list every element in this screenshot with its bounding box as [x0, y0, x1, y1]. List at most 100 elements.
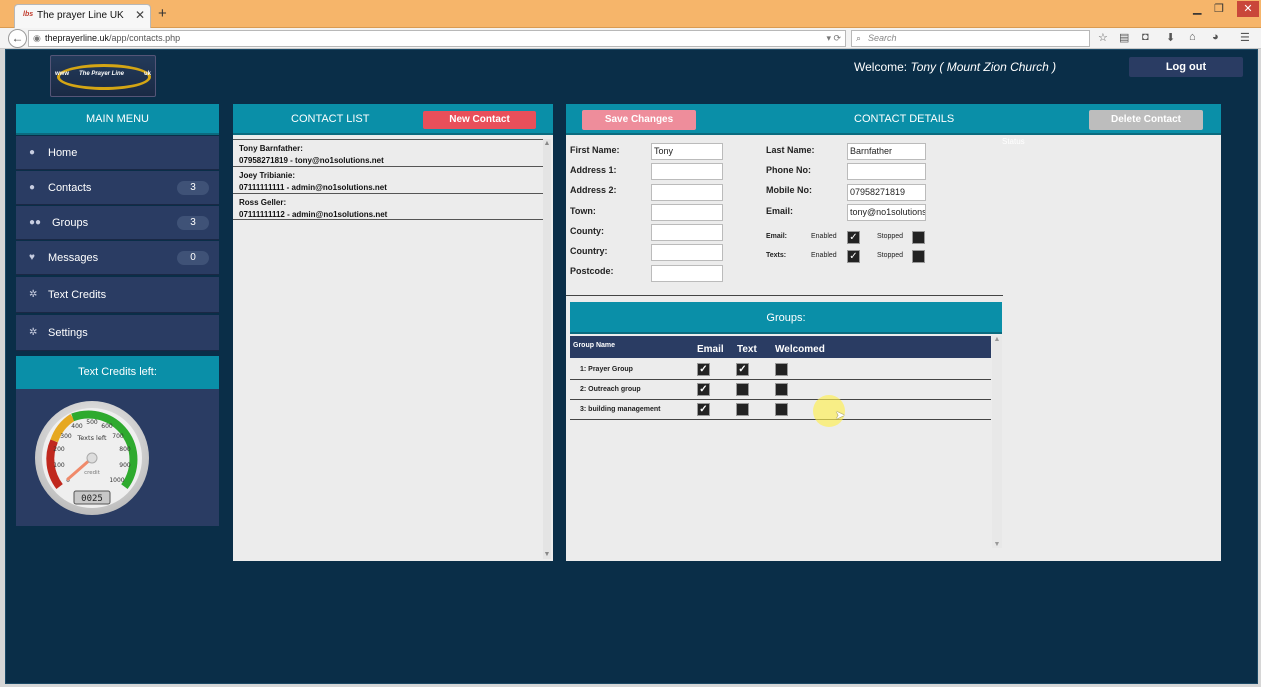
gauge-tick-100: 100 — [53, 462, 65, 469]
group-welcomed-checkbox[interactable] — [775, 383, 788, 396]
prayer-line-logo[interactable]: www The Prayer Line uk — [50, 55, 156, 97]
menu-item-messages[interactable]: ♥ Messages 0 — [16, 241, 219, 275]
county-input[interactable] — [651, 224, 723, 241]
country-input[interactable] — [651, 244, 723, 261]
group-text-checkbox[interactable] — [736, 383, 749, 396]
texts-pref-label: Texts: — [766, 252, 787, 259]
phone-input[interactable] — [847, 163, 926, 180]
col-text: Text — [737, 344, 757, 355]
email-stopped-checkbox[interactable] — [912, 231, 925, 244]
globe-icon: ◉ — [33, 33, 41, 43]
contact-list-title: CONTACT LIST — [291, 113, 370, 125]
county-label: County: — [570, 226, 604, 236]
menu-item-label: Contacts — [48, 182, 92, 194]
scroll-down-icon[interactable]: ▼ — [543, 551, 551, 558]
hamburger-menu-icon[interactable]: ☰ — [1240, 31, 1250, 44]
favicon-icon: lbs — [23, 11, 34, 18]
group-email-checkbox[interactable]: ✓ — [697, 403, 710, 416]
group-welcomed-checkbox[interactable] — [775, 403, 788, 416]
user-icon: ● — [29, 182, 36, 193]
texts-enabled-label: Enabled — [811, 252, 837, 259]
tab-close-icon[interactable]: ✕ — [135, 8, 145, 22]
scroll-up-icon[interactable]: ▲ — [992, 336, 1002, 343]
browser-nav-bar: ← ◉ theprayerline.uk/app/contacts.php ▾ … — [0, 28, 1261, 49]
mobile-input[interactable]: 07958271819 — [847, 184, 926, 201]
email-enabled-checkbox[interactable]: ✓ — [847, 231, 860, 244]
new-contact-button[interactable]: New Contact — [423, 111, 536, 129]
list-item[interactable]: Joey Tribianie: 07111111111 - admin@no1s… — [233, 166, 543, 193]
new-tab-button[interactable]: + — [158, 5, 167, 22]
menu-item-label: Text Credits — [48, 289, 107, 301]
welcome-user: Tony ( Mount Zion Church ) — [910, 60, 1057, 74]
mobile-label: Mobile No: — [766, 185, 812, 195]
address-bar[interactable]: ◉ theprayerline.uk/app/contacts.php ▾ ⟳ — [28, 30, 846, 47]
texts-stopped-checkbox[interactable] — [912, 250, 925, 263]
contacts-count-badge: 3 — [177, 181, 209, 195]
email-enabled-label: Enabled — [811, 233, 837, 240]
group-welcomed-checkbox[interactable] — [775, 363, 788, 376]
app-page: www The Prayer Line uk Welcome: Tony ( M… — [5, 49, 1258, 684]
back-button[interactable]: ← — [8, 29, 27, 48]
group-text-checkbox[interactable]: ✓ — [736, 363, 749, 376]
groups-panel: Groups: Group Name Email Text Welcomed 1… — [570, 302, 1002, 560]
details-divider — [566, 295, 1003, 296]
groups-scrollbar[interactable]: ▲ ▼ — [992, 336, 1002, 548]
contact-name: Joey Tribianie: — [239, 171, 296, 180]
search-icon: ⌕ — [856, 33, 862, 43]
group-email-checkbox[interactable]: ✓ — [697, 363, 710, 376]
menu-item-contacts[interactable]: ● Contacts 3 — [16, 171, 219, 205]
menu-item-settings[interactable]: ✲ Settings — [16, 315, 219, 351]
contact-list-panel: CONTACT LIST New Contact Tony Barnfather… — [233, 104, 553, 561]
first-name-label: First Name: — [570, 145, 620, 155]
list-item[interactable]: Ross Geller: 07111111112 - admin@no1solu… — [233, 193, 543, 220]
contact-name: Tony Barnfather: — [239, 144, 303, 153]
group-email-checkbox[interactable]: ✓ — [697, 383, 710, 396]
group-text-checkbox[interactable] — [736, 403, 749, 416]
address1-input[interactable] — [651, 163, 723, 180]
list-item[interactable]: Tony Barnfather: 07958271819 - tony@no1s… — [233, 139, 543, 166]
email-input[interactable]: tony@no1solutions.net — [847, 204, 926, 221]
url-host: theprayerline.uk — [45, 33, 110, 43]
contact-details-title: CONTACT DETAILS — [854, 113, 955, 125]
window-close-icon[interactable]: ✕ — [1237, 1, 1259, 17]
postcode-input[interactable] — [651, 265, 723, 282]
home-icon[interactable]: ⌂ — [1189, 31, 1196, 43]
messages-count-badge: 0 — [177, 251, 209, 265]
menu-item-text-credits[interactable]: ✲ Text Credits — [16, 277, 219, 313]
town-label: Town: — [570, 206, 596, 216]
search-bar[interactable]: ⌕ Search — [851, 30, 1090, 47]
download-icon[interactable]: ⬇ — [1166, 31, 1175, 44]
first-name-input[interactable]: Tony — [651, 143, 723, 160]
menu-item-groups[interactable]: ●● Groups 3 — [16, 206, 219, 240]
col-group-name: Group Name — [573, 342, 616, 349]
reading-list-icon[interactable]: ▤ — [1119, 31, 1129, 44]
pocket-icon[interactable]: ◘ — [1142, 31, 1149, 43]
town-input[interactable] — [651, 204, 723, 221]
logout-button[interactable]: Log out — [1129, 57, 1243, 77]
email-pref-label: Email: — [766, 233, 788, 240]
col-welcomed: Welcomed — [775, 344, 825, 355]
gauge-tick-700: 700 — [112, 433, 124, 440]
save-changes-button[interactable]: Save Changes — [582, 110, 696, 130]
scroll-up-icon[interactable]: ▲ — [543, 140, 551, 147]
bookmark-star-icon[interactable]: ☆ — [1098, 31, 1108, 44]
scroll-down-icon[interactable]: ▼ — [992, 541, 1002, 548]
menu-item-home[interactable]: ● Home — [16, 136, 219, 170]
table-row: 1: Prayer Group ✓ ✓ — [570, 360, 991, 380]
email-label: Email: — [766, 206, 794, 216]
delete-contact-button[interactable]: Delete Contact — [1089, 110, 1203, 130]
address2-input[interactable] — [651, 184, 723, 201]
minimize-icon[interactable]: ▁ — [1193, 2, 1201, 15]
search-placeholder: Search — [868, 33, 897, 43]
reload-icon[interactable]: ▾ ⟳ — [826, 31, 841, 46]
groups-table-header: Group Name Email Text Welcomed — [570, 336, 991, 358]
browser-tab[interactable]: lbs The prayer Line UK ✕ — [14, 4, 151, 28]
groups-title: Groups: — [570, 302, 1002, 334]
browser-tab-bar: lbs The prayer Line UK ✕ + ▁ ❐ ✕ — [0, 0, 1261, 28]
contact-list-scrollbar[interactable]: ▲ ▼ — [543, 139, 551, 559]
chat-icon[interactable]: ◕ — [1212, 31, 1219, 43]
texts-enabled-checkbox[interactable]: ✓ — [847, 250, 860, 263]
restore-icon[interactable]: ❐ — [1214, 2, 1224, 15]
logo-www: www — [55, 71, 70, 77]
last-name-input[interactable]: Barnfather — [847, 143, 926, 160]
